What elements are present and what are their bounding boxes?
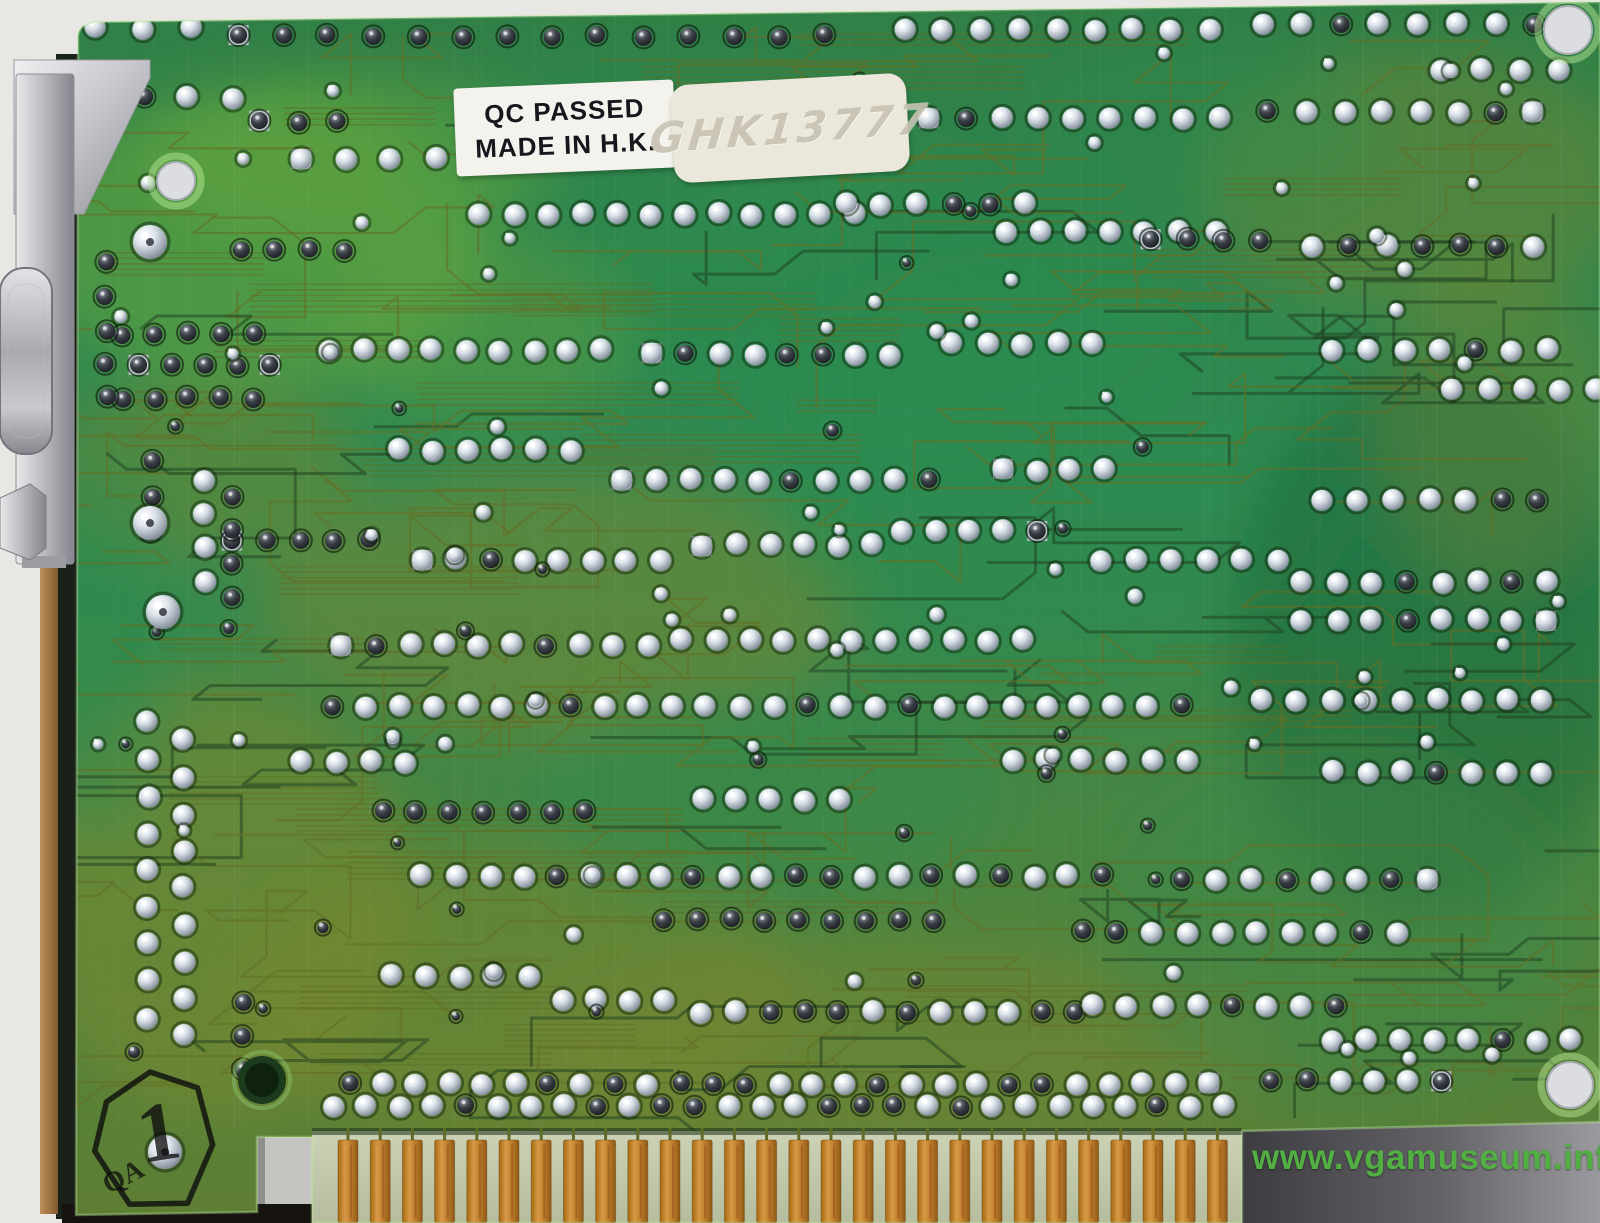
pcb-photo: QC PASSED MADE IN H.K. GHK13777 1 QA www… (0, 0, 1600, 1223)
qa-stamp: 1 QA (73, 1052, 233, 1223)
serial-sticker: GHK13777 (647, 72, 933, 184)
isa-edge-connector (312, 1128, 1242, 1223)
serial-number: GHK13777 (647, 93, 933, 163)
vga-connector (0, 267, 53, 455)
pcb-board-graphic (0, 0, 1600, 1223)
qc-sticker-line2: MADE IN H.K. (474, 126, 657, 164)
qc-sticker: QC PASSED MADE IN H.K. (453, 79, 677, 177)
pcb-board (76, 2, 1600, 1223)
watermark-text: www.vgamuseum.info (1252, 1138, 1600, 1177)
watermark: www.vgamuseum.info (1252, 1132, 1600, 1184)
hex-standoff-nut (0, 483, 47, 561)
